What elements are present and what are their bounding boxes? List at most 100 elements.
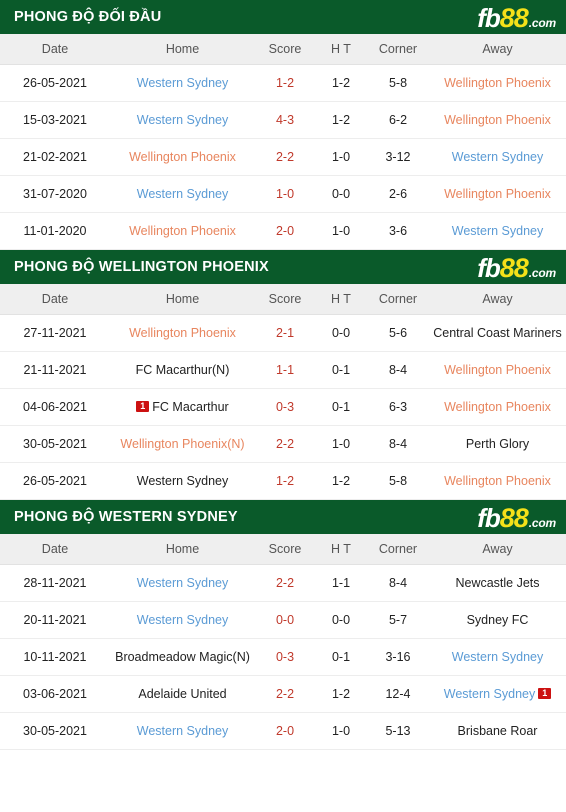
match-score: 2-2 <box>275 576 295 590</box>
home-team-cell: Western Sydney <box>110 113 255 127</box>
away-team-name: Western Sydney <box>443 687 536 701</box>
away-team-name: Wellington Phoenix <box>444 400 551 414</box>
half-time-score: 1-1 <box>331 576 351 590</box>
section-title: PHONG ĐỘ WELLINGTON PHOENIX <box>14 258 269 275</box>
column-header-score: Score <box>268 542 302 556</box>
column-header-home: Home <box>165 42 200 56</box>
home-team-cell: Wellington Phoenix <box>110 224 255 238</box>
column-header-away: Away <box>482 42 513 56</box>
column-header-away: Away <box>482 542 513 556</box>
match-date: 03-06-2021 <box>23 687 87 701</box>
match-score: 2-2 <box>275 150 295 164</box>
table-row: 30-05-2021 Wellington Phoenix(N) 2-2 1-0 8-4… <box>0 426 566 463</box>
column-header-ht: H T <box>331 292 351 306</box>
corner-count: 3-12 <box>385 150 411 164</box>
away-team-cell: Brisbane Roar <box>429 724 566 738</box>
match-score: 0-0 <box>275 613 295 627</box>
column-header-row-2: Date Home Score H T Corner Away <box>0 534 566 565</box>
logo-88-text: 88 <box>499 2 529 33</box>
logo-fb-text: fb <box>477 2 501 33</box>
fb88-logo[interactable]: fb 88 .com <box>477 2 556 33</box>
corner-count: 3-6 <box>388 224 408 238</box>
home-team-name: Western Sydney <box>136 724 229 738</box>
match-date: 30-05-2021 <box>23 724 87 738</box>
home-team-name: Western Sydney <box>136 76 229 90</box>
column-header-corner: Corner <box>378 292 418 306</box>
column-header-score: Score <box>268 292 302 306</box>
half-time-score: 1-2 <box>331 687 351 701</box>
logo-com-text: .com <box>528 265 556 280</box>
away-team-cell: Wellington Phoenix <box>429 363 566 377</box>
home-team-cell: Western Sydney <box>110 576 255 590</box>
table-row: 21-02-2021 Wellington Phoenix 2-2 1-0 3-12 We… <box>0 139 566 176</box>
logo-fb-text: fb <box>477 502 501 533</box>
away-team-cell: Western Sydney <box>429 150 566 164</box>
home-team-name: FC Macarthur <box>152 400 229 414</box>
column-header-row-0: Date Home Score H T Corner Away <box>0 34 566 65</box>
match-score: 0-3 <box>275 650 295 664</box>
away-team-cell: Western Sydney 1 <box>429 687 566 701</box>
corner-count: 3-16 <box>385 650 411 664</box>
match-date: 26-05-2021 <box>23 76 87 90</box>
match-score: 2-0 <box>275 724 295 738</box>
corner-count: 8-4 <box>388 576 408 590</box>
corner-count: 5-7 <box>388 613 408 627</box>
match-score: 0-3 <box>275 400 295 414</box>
away-team-cell: Sydney FC <box>429 613 566 627</box>
away-team-cell: Western Sydney <box>429 650 566 664</box>
corner-count: 6-3 <box>388 400 408 414</box>
home-team-name: Western Sydney <box>136 613 229 627</box>
home-team-cell: Wellington Phoenix <box>110 326 255 340</box>
logo-com-text: .com <box>528 15 556 30</box>
away-team-cell: Central Coast Mariners <box>429 326 566 340</box>
column-header-date: Date <box>41 42 69 56</box>
away-team-cell: Newcastle Jets <box>429 576 566 590</box>
match-date: 10-11-2021 <box>23 650 87 664</box>
away-team-cell: Wellington Phoenix <box>429 400 566 414</box>
away-team-cell: Western Sydney <box>429 224 566 238</box>
home-team-name: Western Sydney <box>136 474 229 488</box>
corner-count: 6-2 <box>388 113 408 127</box>
home-team-cell: Broadmeadow Magic(N) <box>110 650 255 664</box>
match-date: 31-07-2020 <box>23 187 87 201</box>
home-team-cell: Western Sydney <box>110 76 255 90</box>
home-team-name: Western Sydney <box>136 576 229 590</box>
match-date: 21-02-2021 <box>23 150 87 164</box>
table-row: 04-06-2021 1 FC Macarthur 0-3 0-1 6-3 Wellingt… <box>0 389 566 426</box>
away-team-name: Western Sydney <box>451 650 544 664</box>
column-header-corner: Corner <box>378 42 418 56</box>
away-team-name: Wellington Phoenix <box>444 187 551 201</box>
red-card-icon: 1 <box>136 400 150 412</box>
home-team-cell: Western Sydney <box>110 474 255 488</box>
fb88-logo[interactable]: fb 88 .com <box>477 502 556 533</box>
table-row: 21-11-2021 FC Macarthur(N) 1-1 0-1 8-4 Wellin… <box>0 352 566 389</box>
section-title: PHONG ĐỘ ĐỐI ĐẦU <box>14 8 162 25</box>
home-team-cell: Western Sydney <box>110 724 255 738</box>
half-time-score: 0-1 <box>331 400 351 414</box>
away-team-name: Wellington Phoenix <box>444 474 551 488</box>
half-time-score: 1-0 <box>331 437 351 451</box>
home-team-name: Adelaide United <box>138 687 227 701</box>
home-team-cell: 1 FC Macarthur <box>110 400 255 414</box>
column-header-ht: H T <box>331 542 351 556</box>
match-score: 2-2 <box>275 687 295 701</box>
corner-count: 5-8 <box>388 76 408 90</box>
home-team-cell: FC Macarthur(N) <box>110 363 255 377</box>
corner-count: 2-6 <box>388 187 408 201</box>
column-header-corner: Corner <box>378 542 418 556</box>
column-header-ht: H T <box>331 42 351 56</box>
match-date: 26-05-2021 <box>23 474 87 488</box>
fb88-logo[interactable]: fb 88 .com <box>477 254 556 282</box>
table-row: 10-11-2021 Broadmeadow Magic(N) 0-3 0-1 3-16… <box>0 639 566 676</box>
table-row: 30-05-2021 Western Sydney 2-0 1-0 5-13 Brisba… <box>0 713 566 750</box>
match-score: 2-1 <box>275 326 295 340</box>
match-date: 20-11-2021 <box>23 613 87 627</box>
away-team-name: Wellington Phoenix <box>444 76 551 90</box>
away-team-name: Brisbane Roar <box>457 724 538 738</box>
logo-88-text: 88 <box>499 502 529 533</box>
match-score: 1-2 <box>275 76 295 90</box>
half-time-score: 0-1 <box>331 650 351 664</box>
match-date: 21-11-2021 <box>23 363 87 377</box>
match-date: 30-05-2021 <box>23 437 87 451</box>
match-score: 2-2 <box>275 437 295 451</box>
